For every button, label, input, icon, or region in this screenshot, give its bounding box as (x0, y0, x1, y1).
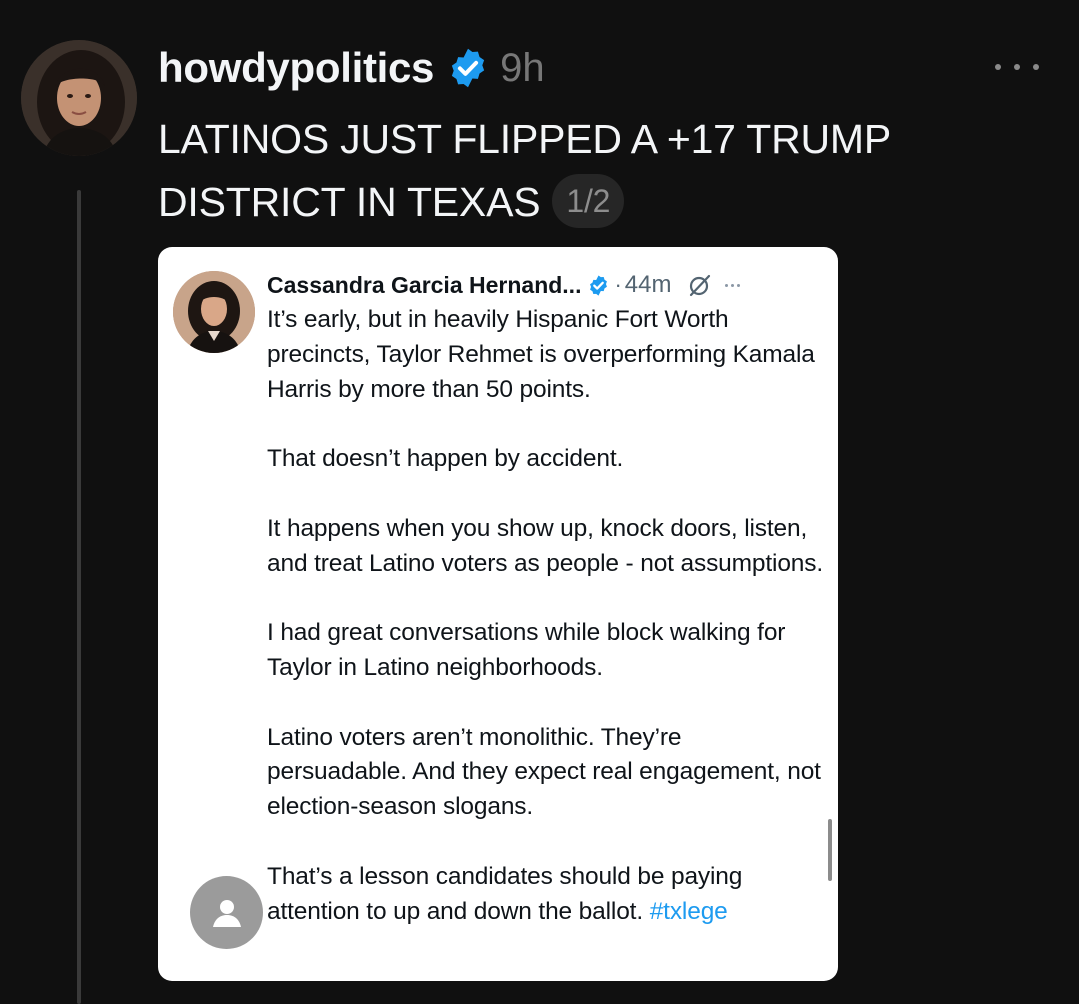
person-placeholder-icon (212, 899, 241, 927)
more-dots-icon (725, 283, 729, 287)
embedded-post-card[interactable]: Cassandra Garcia Hernand... · 44m It’s e… (158, 247, 838, 981)
post-text: LATINOS JUST FLIPPED A +17 TRUMP DISTRIC… (158, 108, 1018, 234)
author-avatar[interactable] (21, 40, 137, 156)
embedded-more-button[interactable] (725, 283, 741, 287)
page-indicator: 1/2 (552, 174, 625, 229)
username-link[interactable]: howdypolitics (158, 44, 434, 92)
scrollbar[interactable] (828, 819, 832, 881)
embedded-avatar-photo-icon (173, 271, 255, 353)
author-avatar-photo-icon (21, 40, 137, 156)
paragraph: I had great conversations while block wa… (267, 619, 786, 681)
hashtag-link[interactable]: #txlege (650, 898, 728, 925)
paragraph: That doesn’t happen by accident. (267, 445, 624, 473)
paragraph: Latino voters aren’t monolithic. They’re… (267, 723, 821, 821)
more-options-button[interactable] (995, 52, 1039, 82)
thread-line (77, 190, 81, 1004)
embedded-post-header: Cassandra Garcia Hernand... · 44m (267, 265, 741, 305)
embedded-author-name[interactable]: Cassandra Garcia Hernand... (267, 272, 581, 299)
embedded-author-avatar[interactable] (173, 271, 255, 353)
more-dots-icon (995, 64, 1001, 70)
placeholder-avatar[interactable] (190, 876, 263, 949)
verified-badge-icon (451, 48, 485, 88)
embedded-post-time: 44m (624, 271, 672, 298)
paragraph-last: That’s a lesson candidates should be pay… (267, 860, 827, 930)
grok-icon[interactable] (687, 272, 713, 298)
paragraph: It’s early, but in heavily Hispanic Fort… (267, 306, 815, 403)
paragraph: It happens when you show up, knock doors… (267, 514, 824, 577)
embedded-post-body: It’s early, but in heavily Hispanic Fort… (267, 303, 827, 929)
post-timestamp: 9h (500, 45, 545, 90)
post-header: howdypolitics 9h (158, 40, 545, 96)
post-body: LATINOS JUST FLIPPED A +17 TRUMP DISTRIC… (158, 116, 891, 225)
verified-badge-icon (590, 274, 608, 296)
separator-dot: · (614, 272, 622, 297)
